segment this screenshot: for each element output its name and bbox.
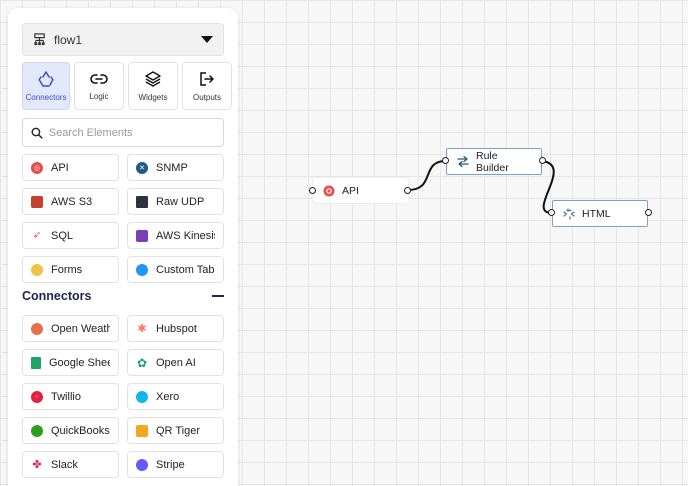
openai-icon: ✿: [136, 355, 148, 370]
chevron-down-icon[interactable]: [201, 36, 213, 43]
element-api[interactable]: ◎ API: [22, 154, 119, 181]
element-label: Forms: [51, 263, 83, 276]
forms-icon: [31, 263, 43, 276]
swap-icon: [457, 156, 469, 167]
element-label: Custom Tabl: [156, 263, 215, 276]
xero-icon: [136, 390, 148, 403]
node-output-port[interactable]: [404, 187, 411, 194]
tab-label: Outputs: [192, 92, 221, 102]
custom-table-icon: [136, 263, 148, 276]
canvas-node-rule-builder[interactable]: Rule Builder: [446, 148, 542, 175]
tab-logic[interactable]: Logic: [74, 62, 124, 110]
element-label: SNMP: [156, 161, 188, 174]
connector-label: Xero: [156, 390, 180, 403]
open-weather-icon: [31, 322, 43, 335]
link-icon: [90, 73, 108, 84]
connector-label: Twillio: [51, 390, 81, 403]
search-box: [22, 118, 224, 147]
tab-widgets[interactable]: Widgets: [128, 62, 178, 110]
node-label: HTML: [582, 207, 611, 220]
twilio-icon: ⁘: [31, 390, 43, 403]
tab-outputs[interactable]: Outputs: [182, 62, 232, 110]
node-label: Rule Builder: [476, 149, 509, 174]
connector-label: Slack: [51, 458, 78, 471]
node-input-port[interactable]: [309, 187, 316, 194]
connector-label: Stripe: [156, 458, 185, 471]
aws-kinesis-icon: [136, 229, 148, 242]
elements-grid: ◎ API ✕ SNMP AWS S3 Raw UDP ➶ SQL AWS Ki…: [22, 154, 224, 283]
stripe-icon: [136, 458, 148, 471]
element-label: API: [51, 161, 69, 174]
connector-twilio[interactable]: ⁘ Twillio: [22, 383, 119, 410]
element-sql[interactable]: ➶ SQL: [22, 222, 119, 249]
element-label: AWS S3: [51, 195, 93, 208]
hubspot-icon: ✱: [137, 323, 147, 335]
element-snmp[interactable]: ✕ SNMP: [127, 154, 224, 181]
flow-name: flow1: [54, 32, 83, 47]
connector-stripe[interactable]: Stripe: [127, 451, 224, 478]
node-input-port[interactable]: [548, 209, 555, 216]
quickbooks-icon: [31, 424, 43, 437]
aws-s3-icon: [31, 195, 43, 208]
connector-label: QuickBooks: [51, 424, 110, 437]
recycle-icon: [38, 70, 54, 87]
connector-label: Google Shee: [49, 356, 110, 369]
tab-label: Logic: [89, 91, 109, 101]
canvas-node-api[interactable]: API: [313, 178, 408, 203]
element-forms[interactable]: Forms: [22, 256, 119, 283]
connector-qr-tiger[interactable]: QR Tiger: [127, 417, 224, 444]
panel-tabs: Connectors Logic Widgets Outputs: [22, 62, 232, 110]
qr-tiger-icon: [136, 424, 148, 437]
node-input-port[interactable]: [442, 157, 449, 164]
slack-icon: ✤: [32, 459, 42, 471]
tab-connectors[interactable]: Connectors: [22, 62, 70, 110]
exit-icon: [200, 71, 214, 86]
api-icon: ◎: [31, 161, 43, 174]
connector-google-sheets[interactable]: Google Shee: [22, 349, 119, 376]
collapse-icon[interactable]: [212, 295, 224, 297]
element-aws-kinesis[interactable]: AWS Kinesis: [127, 222, 224, 249]
connector-openai[interactable]: ✿ Open AI: [127, 349, 224, 376]
layers-icon: [145, 70, 161, 87]
connector-quickbooks[interactable]: QuickBooks: [22, 417, 119, 444]
node-output-port[interactable]: [539, 157, 546, 164]
connector-label: Open Weath: [51, 322, 110, 335]
sitemap-icon: [34, 33, 45, 46]
element-label: AWS Kinesis: [156, 229, 215, 242]
connector-label: Hubspot: [156, 322, 197, 335]
tab-label: Connectors: [25, 92, 67, 102]
connector-hubspot[interactable]: ✱ Hubspot: [127, 315, 224, 342]
api-icon: [323, 185, 335, 197]
connector-label: QR Tiger: [156, 424, 201, 437]
node-label: API: [342, 184, 359, 197]
search-icon: [31, 127, 43, 139]
sql-icon: ➶: [32, 230, 42, 241]
elements-panel: flow1 Connectors Logic Widgets Outputs S…: [8, 8, 238, 486]
node-output-port[interactable]: [645, 209, 652, 216]
connector-slack[interactable]: ✤ Slack: [22, 451, 119, 478]
element-label: SQL: [51, 229, 74, 242]
connector-xero[interactable]: Xero: [127, 383, 224, 410]
raw-udp-icon: [136, 195, 148, 208]
element-label: Raw UDP: [156, 195, 205, 208]
flow-select[interactable]: flow1: [22, 23, 224, 56]
element-custom-table[interactable]: Custom Tabl: [127, 256, 224, 283]
snmp-icon: ✕: [136, 161, 148, 174]
search-input[interactable]: [48, 126, 215, 139]
connectors-section-header: Connectors: [22, 289, 224, 303]
element-aws-s3[interactable]: AWS S3: [22, 188, 119, 215]
element-raw-udp[interactable]: Raw UDP: [127, 188, 224, 215]
connector-label: Open AI: [156, 356, 196, 369]
connector-open-weather[interactable]: Open Weath: [22, 315, 119, 342]
tab-label: Widgets: [138, 92, 168, 102]
google-sheets-icon: [31, 356, 41, 369]
canvas-node-html[interactable]: HTML: [552, 200, 648, 227]
html-icon: [563, 207, 575, 220]
edge-api-to-rule-builder[interactable]: [407, 160, 447, 191]
section-title: Connectors: [22, 289, 92, 303]
connectors-grid: Open Weath ✱ Hubspot Google Shee ✿ Open …: [22, 315, 224, 478]
